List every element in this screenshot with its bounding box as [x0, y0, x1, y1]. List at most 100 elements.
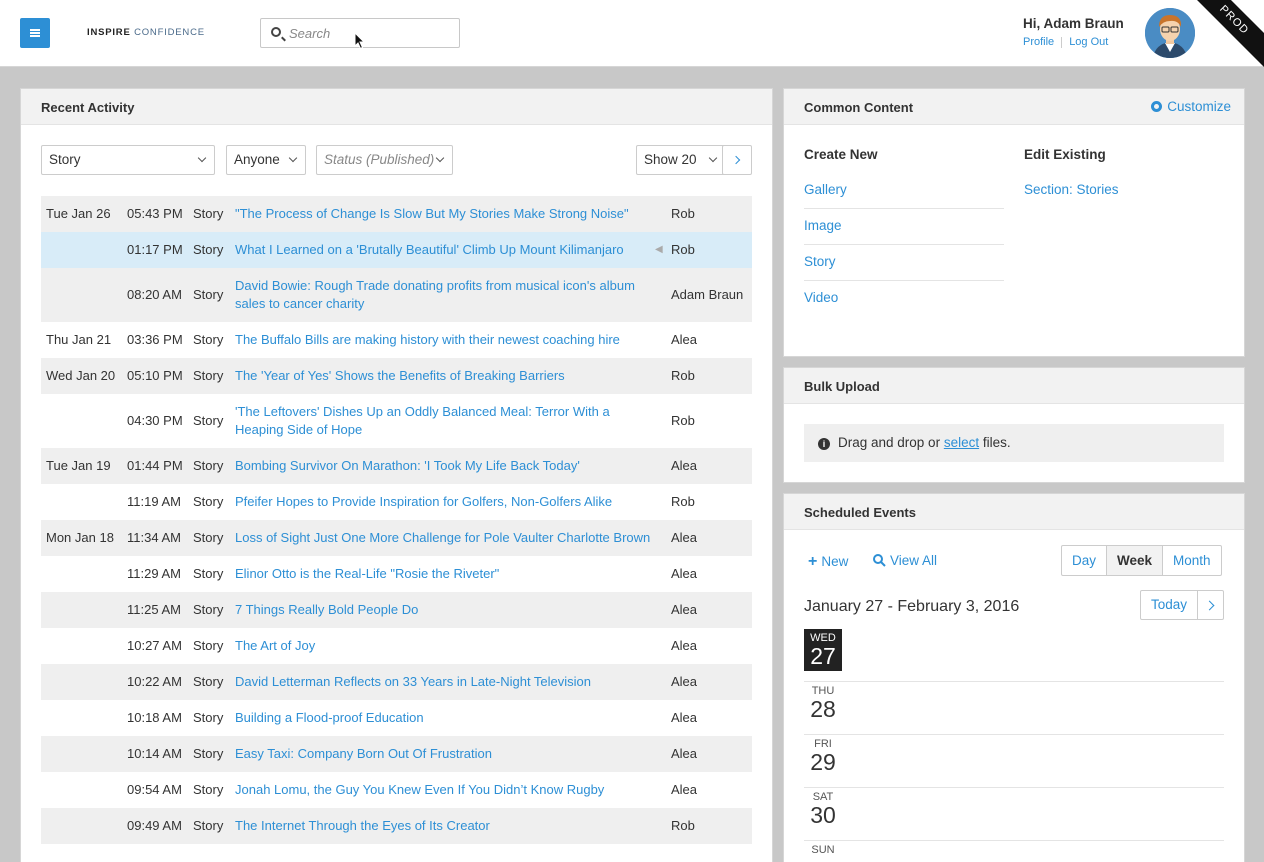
row-title-link[interactable]: David Bowie: Rough Trade donating profit… [235, 277, 655, 313]
table-row[interactable]: Mon Jan 18 11:34 AM Story Loss of Sight Jus… [41, 520, 752, 556]
row-type: Story [193, 638, 224, 653]
next-page-button[interactable] [722, 145, 752, 175]
edit-existing-heading: Edit Existing [1024, 147, 1106, 162]
row-title-link[interactable]: The Buffalo Bills are making history wit… [235, 331, 655, 349]
table-row[interactable]: Tue Jan 26 05:43 PM Story "The Process of C… [41, 196, 752, 232]
bulk-upload-panel: Bulk Upload i Drag and drop or select fil… [783, 367, 1245, 483]
page-size-value: Show 20 [644, 152, 697, 167]
create-image-link[interactable]: Image [804, 209, 1004, 245]
row-title-link[interactable]: Jonah Lomu, the Guy You Knew Even If You… [235, 781, 655, 799]
search-input[interactable] [289, 24, 454, 42]
row-title-link[interactable]: "The Process of Change Is Slow But My St… [235, 205, 655, 223]
chevron-down-icon [708, 153, 718, 163]
select-files-link[interactable]: select [944, 435, 979, 450]
row-time: 10:14 AM [127, 746, 182, 761]
row-type: Story [193, 332, 224, 347]
customize-button[interactable]: Customize [1151, 99, 1231, 114]
new-event-button[interactable]: + New [808, 553, 848, 571]
row-type: Story [193, 674, 224, 689]
row-title-link[interactable]: Building a Flood-proof Education [235, 709, 655, 727]
row-date: Tue Jan 26 [46, 206, 111, 221]
row-title-link[interactable]: Bombing Survivor On Marathon: 'I Took My… [235, 457, 655, 475]
logo-text-bold: INSPIRE [87, 27, 131, 38]
env-ribbon: PROD [1184, 0, 1264, 80]
view-all-button[interactable]: View All [873, 553, 937, 568]
row-title-link[interactable]: 7 Things Really Bold People Do [235, 601, 655, 619]
edit-section-stories-link[interactable]: Section: Stories [1024, 173, 1224, 209]
type-filter-select[interactable]: Story [41, 145, 215, 175]
page-size-select[interactable]: Show 20 [636, 145, 726, 175]
row-title-link[interactable]: David Letterman Reflects on 33 Years in … [235, 673, 655, 691]
search-icon [873, 554, 886, 567]
status-filter-select[interactable]: Status (Published) [316, 145, 453, 175]
row-title-link[interactable]: The Art of Joy [235, 637, 655, 655]
calendar-day[interactable]: FRI 29 [804, 735, 1224, 788]
row-author: Alea [671, 710, 698, 725]
calendar-day[interactable]: THU 28 [804, 682, 1224, 735]
row-title-link[interactable]: The 'Year of Yes' Shows the Benefits of … [235, 367, 655, 385]
user-filter-select[interactable]: Anyone [226, 145, 306, 175]
table-row[interactable]: 01:17 PM Story What I Learned on a 'Brutal… [41, 232, 752, 268]
row-type: Story [193, 818, 224, 833]
day-name: SUN [811, 844, 835, 856]
row-title-link[interactable]: Elinor Otto is the Real-Life "Rosie the … [235, 565, 655, 583]
table-row[interactable]: 11:25 AM Story 7 Things Really Bold People… [41, 592, 752, 628]
row-time: 10:22 AM [127, 674, 182, 689]
table-row[interactable]: Wed Jan 20 05:10 PM Story The 'Year of Yes'… [41, 358, 752, 394]
row-title-link[interactable]: The Internet Through the Eyes of Its Cre… [235, 817, 655, 835]
drop-zone[interactable]: i Drag and drop or select files. [804, 424, 1224, 462]
table-row[interactable]: 10:18 AM Story Building a Flood-proof Educ… [41, 700, 752, 736]
table-row[interactable]: 10:14 AM Story Easy Taxi: Company Born Out… [41, 736, 752, 772]
activity-table: Tue Jan 26 05:43 PM Story "The Process of C… [41, 196, 752, 844]
week-view-tab[interactable]: Week [1107, 546, 1164, 575]
row-author: Alea [671, 746, 698, 761]
row-title-link[interactable]: Easy Taxi: Company Born Out Of Frustrati… [235, 745, 655, 763]
row-type: Story [193, 287, 224, 302]
table-row[interactable]: 08:20 AM Story David Bowie: Rough Trade do… [41, 268, 752, 322]
chevron-down-icon [197, 153, 207, 163]
logout-link[interactable]: Log Out [1069, 36, 1108, 48]
top-bar: INSPIRE CONFIDENCE Hi, Adam Braun Profil… [0, 0, 1264, 71]
date-nav: Today [1140, 590, 1225, 620]
link-separator [1061, 36, 1063, 48]
table-row[interactable]: 10:27 AM Story The Art of Joy Alea [41, 628, 752, 664]
calendar-day[interactable]: SAT 30 [804, 788, 1224, 841]
calendar-day[interactable]: SUN [804, 841, 1224, 862]
row-title-link[interactable]: What I Learned on a 'Brutally Beautiful'… [235, 241, 655, 259]
common-content-header: Common Content Customize [784, 89, 1244, 125]
table-row[interactable]: 10:22 AM Story David Letterman Reflects on… [41, 664, 752, 700]
day-view-tab[interactable]: Day [1062, 546, 1108, 575]
create-video-link[interactable]: Video [804, 281, 1004, 317]
common-content-panel: Common Content Customize Create New Edit… [783, 88, 1245, 357]
menu-button[interactable] [20, 18, 50, 48]
next-week-button[interactable] [1197, 591, 1223, 619]
month-view-tab[interactable]: Month [1163, 546, 1221, 575]
row-title-link[interactable]: Pfeifer Hopes to Provide Inspiration for… [235, 493, 655, 511]
row-time: 05:10 PM [127, 368, 183, 383]
day-number: 28 [810, 696, 836, 722]
today-button[interactable]: Today [1141, 591, 1197, 619]
create-gallery-link[interactable]: Gallery [804, 173, 1004, 209]
day-label: FRI 29 [804, 735, 842, 777]
table-row[interactable]: 11:19 AM Story Pfeifer Hopes to Provide In… [41, 484, 752, 520]
row-time: 05:43 PM [127, 206, 183, 221]
row-date: Thu Jan 21 [46, 332, 112, 347]
table-row[interactable]: 04:30 PM Story 'The Leftovers' Dishes Up a… [41, 394, 752, 448]
table-row[interactable]: Tue Jan 19 01:44 PM Story Bombing Survivor … [41, 448, 752, 484]
logo-text-light: CONFIDENCE [134, 27, 205, 38]
user-links: Profile Log Out [1023, 36, 1108, 48]
create-story-link[interactable]: Story [804, 245, 1004, 281]
table-row[interactable]: 09:49 AM Story The Internet Through the Ey… [41, 808, 752, 844]
table-row[interactable]: 09:54 AM Story Jonah Lomu, the Guy You Kne… [41, 772, 752, 808]
row-author: Alea [671, 566, 698, 581]
row-date: Mon Jan 18 [46, 530, 114, 545]
type-filter-value: Story [49, 152, 81, 167]
row-time: 11:19 AM [127, 494, 181, 509]
row-title-link[interactable]: 'The Leftovers' Dishes Up an Oddly Balan… [235, 403, 655, 439]
table-row[interactable]: 11:29 AM Story Elinor Otto is the Real-Lif… [41, 556, 752, 592]
table-row[interactable]: Thu Jan 21 03:36 PM Story The Buffalo Bills… [41, 322, 752, 358]
calendar-day[interactable]: WED 27 [804, 629, 1224, 682]
row-title-link[interactable]: Loss of Sight Just One More Challenge fo… [235, 529, 655, 547]
profile-link[interactable]: Profile [1023, 36, 1054, 48]
logo[interactable]: INSPIRE CONFIDENCE [87, 27, 205, 38]
